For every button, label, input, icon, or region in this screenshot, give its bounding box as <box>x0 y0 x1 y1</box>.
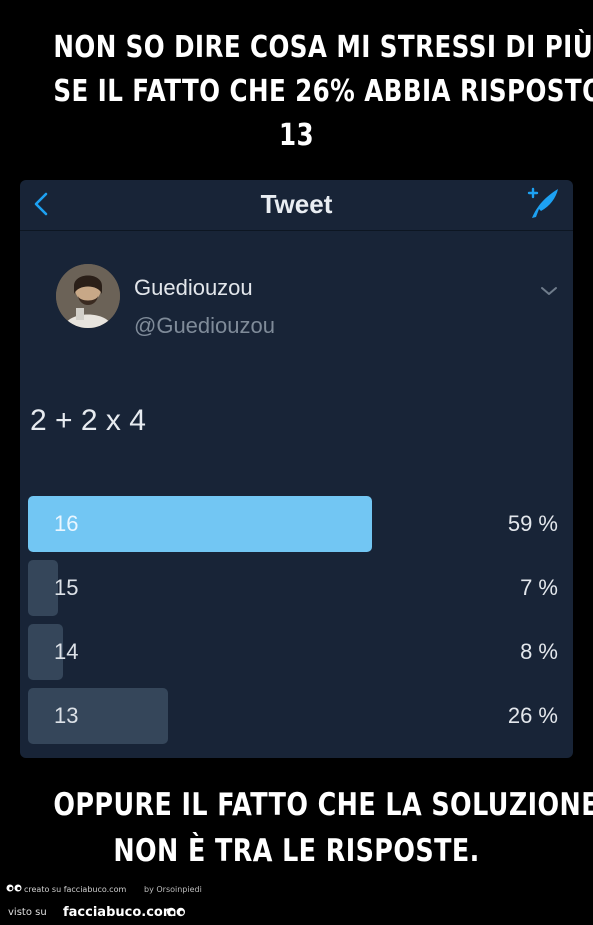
poll-option-percent: 26 % <box>507 703 558 728</box>
bottom-caption: OPPURE IL FATTO CHE LA SOLUZIONE NON È T… <box>53 782 593 874</box>
top-caption-line-3: 13 <box>278 118 315 153</box>
tweet-screen: Tweet Guediouzou @Guediouzou 2 + 2 x 4 1… <box>20 180 573 758</box>
poll-bar <box>28 496 373 552</box>
top-caption-line-1: NON SO DIRE COSA MI STRESSI DI PIÙ, <box>53 30 593 65</box>
author-credit: by Orsoinpiedi <box>144 885 202 894</box>
chevron-down-icon[interactable] <box>539 284 559 298</box>
top-caption: NON SO DIRE COSA MI STRESSI DI PIÙ, SE I… <box>53 26 593 158</box>
eyes-logo-icon <box>6 884 22 892</box>
seen-on-text: visto su <box>8 907 47 918</box>
poll-bar <box>28 688 168 744</box>
watermark-footer: creato su facciabuco.com by Orsoinpiedi … <box>0 878 593 925</box>
tweet-text: 2 + 2 x 4 <box>30 404 146 437</box>
poll-option-percent: 59 % <box>507 511 558 536</box>
avatar[interactable] <box>56 264 120 328</box>
author-handle[interactable]: @Guediouzou <box>134 313 275 339</box>
poll-option-13[interactable]: 13 26 % <box>28 688 566 744</box>
poll-option-15[interactable]: 15 7 % <box>28 560 566 616</box>
poll-option-label: 16 <box>54 511 79 536</box>
poll-option-label: 14 <box>54 639 79 664</box>
nav-divider <box>20 230 573 231</box>
nav-title: Tweet <box>260 189 333 219</box>
poll-option-label: 15 <box>54 575 79 600</box>
poll-option-percent: 7 % <box>520 575 558 600</box>
poll-option-16[interactable]: 16 59 % <box>28 496 566 552</box>
nav-bar: Tweet <box>20 180 573 230</box>
poll-option-label: 13 <box>54 703 79 728</box>
poll-option-percent: 8 % <box>520 639 558 664</box>
top-caption-line-2: SE IL FATTO CHE 26% ABBIA RISPOSTO <box>53 74 593 109</box>
compose-quill-icon[interactable] <box>523 184 563 224</box>
avatar-image <box>56 264 120 328</box>
bottom-caption-line-1: OPPURE IL FATTO CHE LA SOLUZIONE <box>53 787 593 823</box>
brand-link[interactable]: facciabuco.com <box>63 905 176 920</box>
created-on-text: creato su facciabuco.com <box>24 885 127 894</box>
bottom-caption-line-2: NON È TRA LE RISPOSTE. <box>113 833 480 869</box>
poll-option-14[interactable]: 14 8 % <box>28 624 566 680</box>
eyes-logo-icon <box>167 907 185 917</box>
author-display-name[interactable]: Guediouzou <box>134 275 253 301</box>
